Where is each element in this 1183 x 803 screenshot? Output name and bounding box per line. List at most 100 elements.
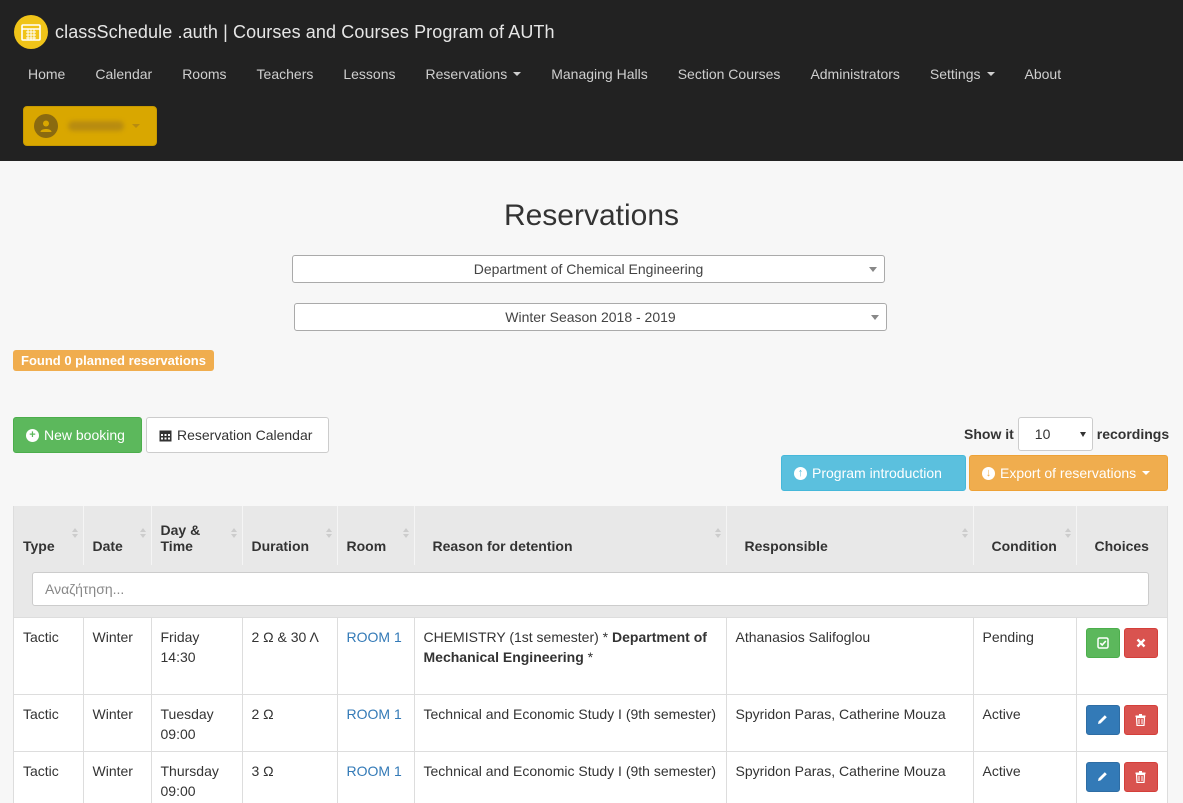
cell-time: 09:00 bbox=[160, 725, 196, 742]
room-link[interactable]: ROOM 1 bbox=[347, 706, 402, 722]
main-nav: Home Calendar Rooms Teachers Lessons Res… bbox=[13, 56, 1076, 92]
season-select[interactable]: Winter Season 2018 - 2019 bbox=[294, 303, 887, 331]
nav-calendar[interactable]: Calendar bbox=[80, 66, 167, 82]
download-circle-icon: ↓ bbox=[982, 466, 995, 480]
nav-lessons[interactable]: Lessons bbox=[328, 66, 410, 82]
column-condition-label: Condition bbox=[991, 538, 1057, 554]
cell-condition: Active bbox=[973, 693, 1077, 751]
chevron-down-icon bbox=[871, 315, 879, 320]
edit-button[interactable] bbox=[1085, 704, 1120, 735]
cell-responsible: Athanasios Salifoglou bbox=[726, 616, 974, 694]
upload-circle-icon: ↑ bbox=[794, 466, 807, 480]
column-choices-label: Choices bbox=[1094, 538, 1149, 554]
cell-room: ROOM 1 bbox=[337, 750, 415, 803]
cell-type: Tactic bbox=[14, 750, 84, 803]
delete-button[interactable] bbox=[1123, 761, 1158, 792]
reason-tail: * bbox=[583, 648, 594, 665]
room-link[interactable]: ROOM 1 bbox=[347, 763, 402, 779]
delete-button[interactable] bbox=[1123, 704, 1158, 735]
cell-time: 14:30 bbox=[160, 648, 196, 665]
column-type[interactable]: Type bbox=[14, 506, 84, 565]
nav-section-courses-label: Section Courses bbox=[677, 66, 781, 82]
nav-calendar-label: Calendar bbox=[95, 66, 153, 82]
cell-reason: Technical and Economic Study I (9th seme… bbox=[414, 693, 727, 751]
department-select[interactable]: Department of Chemical Engineering bbox=[292, 255, 885, 283]
table-search-input[interactable]: Αναζήτηση... bbox=[32, 572, 1149, 606]
cell-duration: 3 Ω bbox=[242, 750, 338, 803]
nav-lessons-label: Lessons bbox=[343, 66, 396, 82]
export-reservations-dropdown[interactable]: ↓ Export of reservations bbox=[969, 455, 1168, 491]
brand[interactable]: classSchedule .auth | Courses and Course… bbox=[14, 15, 555, 49]
page-length-value: 10 bbox=[1034, 426, 1051, 442]
top-navbar: classSchedule .auth | Courses and Course… bbox=[0, 0, 1183, 161]
cell-day-time: Thursday 09:00 bbox=[151, 750, 243, 803]
column-date[interactable]: Date bbox=[83, 506, 152, 565]
cell-choices bbox=[1076, 616, 1167, 694]
new-booking-button[interactable]: + New booking bbox=[13, 417, 142, 453]
cell-day: Friday bbox=[160, 628, 200, 645]
column-room-label: Room bbox=[346, 538, 387, 554]
pencil-icon bbox=[1098, 772, 1107, 781]
table-header-row: Type Date Day & Time Duration Room Reaso… bbox=[14, 506, 1167, 565]
export-reservations-label: Export of reservations bbox=[1000, 465, 1137, 481]
room-link[interactable]: ROOM 1 bbox=[347, 629, 402, 645]
nav-settings-dropdown[interactable]: Settings bbox=[915, 66, 1010, 82]
column-duration-label: Duration bbox=[251, 538, 310, 554]
cell-duration: 2 Ω & 30 Λ bbox=[242, 616, 338, 694]
nav-section-courses[interactable]: Section Courses bbox=[663, 66, 796, 82]
column-date-label: Date bbox=[92, 538, 123, 554]
caret-down-icon bbox=[1142, 471, 1151, 475]
nav-teachers[interactable]: Teachers bbox=[242, 66, 329, 82]
cell-responsible: Spyridon Paras, Catherine Mouza bbox=[726, 693, 974, 751]
page-title: Reservations bbox=[503, 199, 680, 232]
caret-down-icon bbox=[513, 72, 522, 76]
reject-button[interactable] bbox=[1123, 627, 1158, 658]
department-select-value: Department of Chemical Engineering bbox=[473, 261, 704, 277]
column-condition[interactable]: Condition bbox=[973, 506, 1077, 565]
nav-reservations-dropdown[interactable]: Reservations bbox=[411, 66, 537, 82]
program-introduction-button[interactable]: ↑ Program introduction bbox=[781, 455, 966, 491]
nav-rooms[interactable]: Rooms bbox=[167, 66, 241, 82]
column-responsible-label: Responsible bbox=[744, 538, 828, 554]
pencil-icon bbox=[1098, 715, 1107, 724]
nav-about-label: About bbox=[1024, 66, 1062, 82]
nav-teachers-label: Teachers bbox=[256, 66, 314, 82]
reason-text: Technical and Economic Study I (9th seme… bbox=[423, 762, 717, 779]
calendar-logo-icon bbox=[14, 15, 48, 49]
cell-day-time: Tuesday 09:00 bbox=[151, 693, 243, 751]
cell-room: ROOM 1 bbox=[337, 616, 415, 694]
column-duration[interactable]: Duration bbox=[242, 506, 338, 565]
sort-icon bbox=[402, 528, 410, 538]
cell-day: Tuesday bbox=[160, 705, 214, 722]
nav-managing-halls-label: Managing Halls bbox=[551, 66, 648, 82]
cell-day-time: Friday 14:30 bbox=[151, 616, 243, 694]
page-length-control: Show it 10 recordings bbox=[964, 417, 1169, 451]
table-row: Tactic Winter Friday 14:30 2 Ω & 30 Λ ROO… bbox=[14, 616, 1167, 694]
column-responsible[interactable]: Responsible bbox=[726, 506, 974, 565]
app-title: classSchedule .auth | Courses and Course… bbox=[55, 21, 555, 42]
user-name-blurred bbox=[68, 121, 124, 131]
caret-down-icon bbox=[132, 124, 140, 128]
column-room[interactable]: Room bbox=[337, 506, 415, 565]
page-length-select[interactable]: 10 bbox=[1017, 417, 1093, 451]
cell-day: Thursday bbox=[160, 762, 219, 779]
nav-managing-halls[interactable]: Managing Halls bbox=[536, 66, 663, 82]
search-placeholder: Αναζήτηση... bbox=[45, 581, 125, 597]
approve-button[interactable] bbox=[1085, 627, 1120, 658]
nav-home[interactable]: Home bbox=[13, 66, 80, 82]
column-day-time[interactable]: Day & Time bbox=[151, 506, 243, 565]
sort-icon bbox=[1064, 528, 1072, 538]
sort-icon bbox=[325, 528, 333, 538]
cell-time: 09:00 bbox=[160, 782, 196, 799]
cell-room: ROOM 1 bbox=[337, 693, 415, 751]
sort-icon bbox=[230, 528, 238, 538]
column-reason[interactable]: Reason for detention bbox=[414, 506, 727, 565]
close-icon bbox=[1136, 638, 1145, 647]
nav-administrators[interactable]: Administrators bbox=[795, 66, 914, 82]
reservation-calendar-button[interactable]: Reservation Calendar bbox=[146, 417, 329, 453]
nav-about[interactable]: About bbox=[1010, 66, 1077, 82]
edit-button[interactable] bbox=[1085, 761, 1120, 792]
column-type-label: Type bbox=[23, 538, 55, 554]
chevron-down-icon bbox=[1079, 432, 1086, 437]
user-menu-button[interactable] bbox=[23, 106, 157, 146]
